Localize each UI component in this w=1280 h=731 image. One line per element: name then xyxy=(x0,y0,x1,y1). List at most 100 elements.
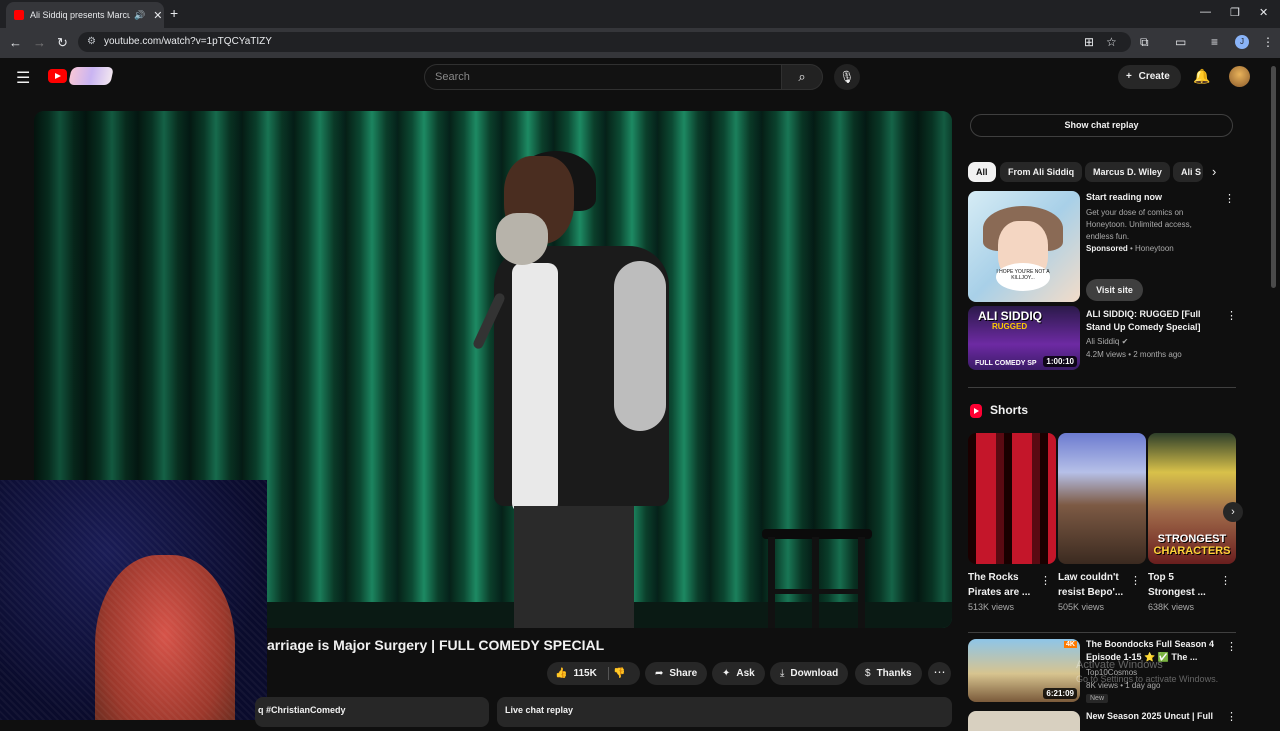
dislike-button[interactable]: 👎 xyxy=(613,662,639,685)
forward-icon[interactable]: → xyxy=(33,35,46,50)
notifications-bell-icon[interactable]: 🔔 xyxy=(1193,68,1210,85)
chevron-right-icon: › xyxy=(1231,506,1235,518)
site-info-icon[interactable]: ⚙ xyxy=(87,32,96,52)
advertiser-name: Honeytoon xyxy=(1135,244,1174,253)
chip-ali-s[interactable]: Ali S xyxy=(1173,162,1203,182)
like-button[interactable]: 👍 115K xyxy=(547,662,607,685)
account-avatar[interactable] xyxy=(1229,66,1250,87)
chip-marcus-d-wiley[interactable]: Marcus D. Wiley xyxy=(1085,162,1170,182)
short-title[interactable]: Law couldn't resist Bepo'... xyxy=(1058,570,1128,600)
reading-list-icon[interactable]: ≡ xyxy=(1211,35,1218,49)
extensions-icon[interactable]: ⧉ xyxy=(1140,35,1149,50)
activate-windows-watermark: Activate Windows Go to Settings to activ… xyxy=(1076,658,1218,686)
short-menu-icon[interactable]: ⋮ xyxy=(1130,574,1141,587)
thumbs-down-icon: 👎 xyxy=(613,668,626,679)
new-badge: New xyxy=(1086,694,1109,703)
thanks-label: Thanks xyxy=(876,668,912,679)
video-duration: 1:00:10 xyxy=(1043,356,1077,367)
cast-icon[interactable]: ▭ xyxy=(1175,35,1186,49)
more-actions-button[interactable]: ⋯ xyxy=(928,662,951,685)
short-views: 638K views xyxy=(1148,602,1195,612)
chip-all[interactable]: All xyxy=(968,162,996,182)
video-thumbnail[interactable]: 4K 6:21:09 xyxy=(968,639,1080,702)
ad-title[interactable]: Start reading now xyxy=(1086,191,1216,204)
video-thumbnail[interactable]: ALI SIDDIQ RUGGED FULL COMEDY SP 1:00:10 xyxy=(968,306,1080,370)
channel-label: Ali Siddiq xyxy=(1086,337,1120,346)
create-button[interactable]: + Create xyxy=(1118,65,1181,89)
watermark-line1: Activate Windows xyxy=(1076,659,1163,671)
chrome-menu-icon[interactable]: ⋮ xyxy=(1262,35,1274,49)
youtube-logo[interactable] xyxy=(48,67,114,85)
minimize-icon[interactable]: — xyxy=(1200,6,1211,18)
shorts-next-button[interactable]: › xyxy=(1223,502,1243,522)
download-icon: ⤓ xyxy=(780,668,785,679)
verified-check-icon: ✔ xyxy=(1121,337,1129,346)
chevron-right-icon[interactable]: › xyxy=(1212,164,1216,179)
address-bar[interactable]: ⚙ youtube.com/watch?v=1pTQCYaTIZY xyxy=(78,32,1131,52)
audio-playing-icon[interactable]: 🔊 xyxy=(134,10,145,21)
like-count: 115K xyxy=(573,668,597,679)
ad-thumbnail[interactable]: I HOPE YOU'RE NOT A KILLJOY... xyxy=(968,191,1080,302)
page-scrollbar[interactable] xyxy=(1271,66,1276,288)
show-chat-replay-button[interactable]: Show chat replay xyxy=(970,114,1233,137)
short-thumbnail[interactable] xyxy=(968,433,1056,564)
browser-tab-bar: Ali Siddiq presents Marcus 🔊 ✕ + — ❐ ✕ xyxy=(0,0,1280,28)
thanks-button[interactable]: $ Thanks xyxy=(855,662,922,685)
video-menu-icon[interactable]: ⋮ xyxy=(1226,710,1237,723)
download-label: Download xyxy=(790,668,839,679)
short-caption-line1: STRONGEST xyxy=(1157,533,1227,545)
shorts-icon xyxy=(970,404,982,418)
ad-description: Get your dose of comics on Honeytoon. Un… xyxy=(1086,208,1192,241)
download-button[interactable]: ⤓ Download xyxy=(770,662,849,685)
ad-menu-icon[interactable]: ⋮ xyxy=(1224,192,1235,205)
plus-icon: + xyxy=(1126,71,1132,82)
short-menu-icon[interactable]: ⋮ xyxy=(1220,574,1231,587)
video-title-link[interactable]: ALI SIDDIQ: RUGGED [Full Stand Up Comedy… xyxy=(1086,308,1222,334)
description-box[interactable]: q #ChristianComedy xyxy=(255,697,489,727)
short-title[interactable]: The Rocks Pirates are ... xyxy=(968,570,1038,600)
short-views: 513K views xyxy=(968,602,1015,612)
voice-search-button[interactable]: 🎙 xyxy=(834,64,860,90)
video-menu-icon[interactable]: ⋮ xyxy=(1226,309,1237,322)
share-label: Share xyxy=(669,668,698,679)
doodle-logo xyxy=(68,67,114,85)
shorts-heading: Shorts xyxy=(990,403,1029,417)
ask-button[interactable]: ✦ Ask xyxy=(712,662,765,685)
short-menu-icon[interactable]: ⋮ xyxy=(1040,574,1051,587)
video-duration: 6:21:09 xyxy=(1043,688,1077,699)
channel-name[interactable]: Ali Siddiq ✔ xyxy=(1086,336,1128,348)
short-thumbnail[interactable] xyxy=(1058,433,1146,564)
share-button[interactable]: ➦ Share xyxy=(645,662,708,685)
live-chat-replay-panel[interactable]: Live chat replay xyxy=(497,697,952,727)
short-thumbnail[interactable]: STRONGEST CHARACTERS xyxy=(1148,433,1236,564)
ad-sponsor-line: Sponsored • Honeytoon xyxy=(1086,244,1174,253)
video-menu-icon[interactable]: ⋮ xyxy=(1226,640,1237,653)
video-title-link[interactable]: New Season 2025 Uncut | Full xyxy=(1086,710,1226,723)
profile-avatar[interactable]: J xyxy=(1235,35,1249,49)
section-divider xyxy=(968,387,1236,388)
video-thumbnail[interactable] xyxy=(968,711,1080,731)
back-icon[interactable]: ← xyxy=(9,35,22,50)
search-button[interactable]: ⌕ xyxy=(781,64,823,90)
close-tab-icon[interactable]: ✕ xyxy=(153,9,162,22)
share-icon: ➦ xyxy=(655,668,664,679)
reload-icon[interactable]: ↻ xyxy=(57,35,68,51)
search-icon: ⌕ xyxy=(798,69,806,84)
bar-stool xyxy=(762,529,872,628)
video-meta: 4.2M views • 2 months ago xyxy=(1086,350,1182,359)
search-input[interactable]: Search xyxy=(424,64,782,90)
short-title[interactable]: Top 5 Strongest ... xyxy=(1148,570,1218,600)
thumb-text-bottom: FULL COMEDY SP xyxy=(975,360,1037,367)
chip-from-ali-siddiq[interactable]: From Ali Siddiq xyxy=(1000,162,1083,182)
visit-site-button[interactable]: Visit site xyxy=(1086,279,1143,301)
new-tab-button[interactable]: + xyxy=(170,5,178,21)
close-window-icon[interactable]: ✕ xyxy=(1259,6,1268,19)
thumb-text-sub: RUGGED xyxy=(992,322,1028,331)
hamburger-menu-icon[interactable]: ☰ xyxy=(16,68,30,88)
youtube-favicon-icon xyxy=(14,10,24,20)
browser-tab[interactable]: Ali Siddiq presents Marcus 🔊 ✕ xyxy=(6,2,164,28)
install-app-icon[interactable]: ⊞ xyxy=(1084,35,1094,49)
live-chat-replay-label: Live chat replay xyxy=(505,705,574,715)
restore-icon[interactable]: ❐ xyxy=(1230,6,1240,19)
bookmark-star-icon[interactable]: ☆ xyxy=(1106,35,1117,49)
